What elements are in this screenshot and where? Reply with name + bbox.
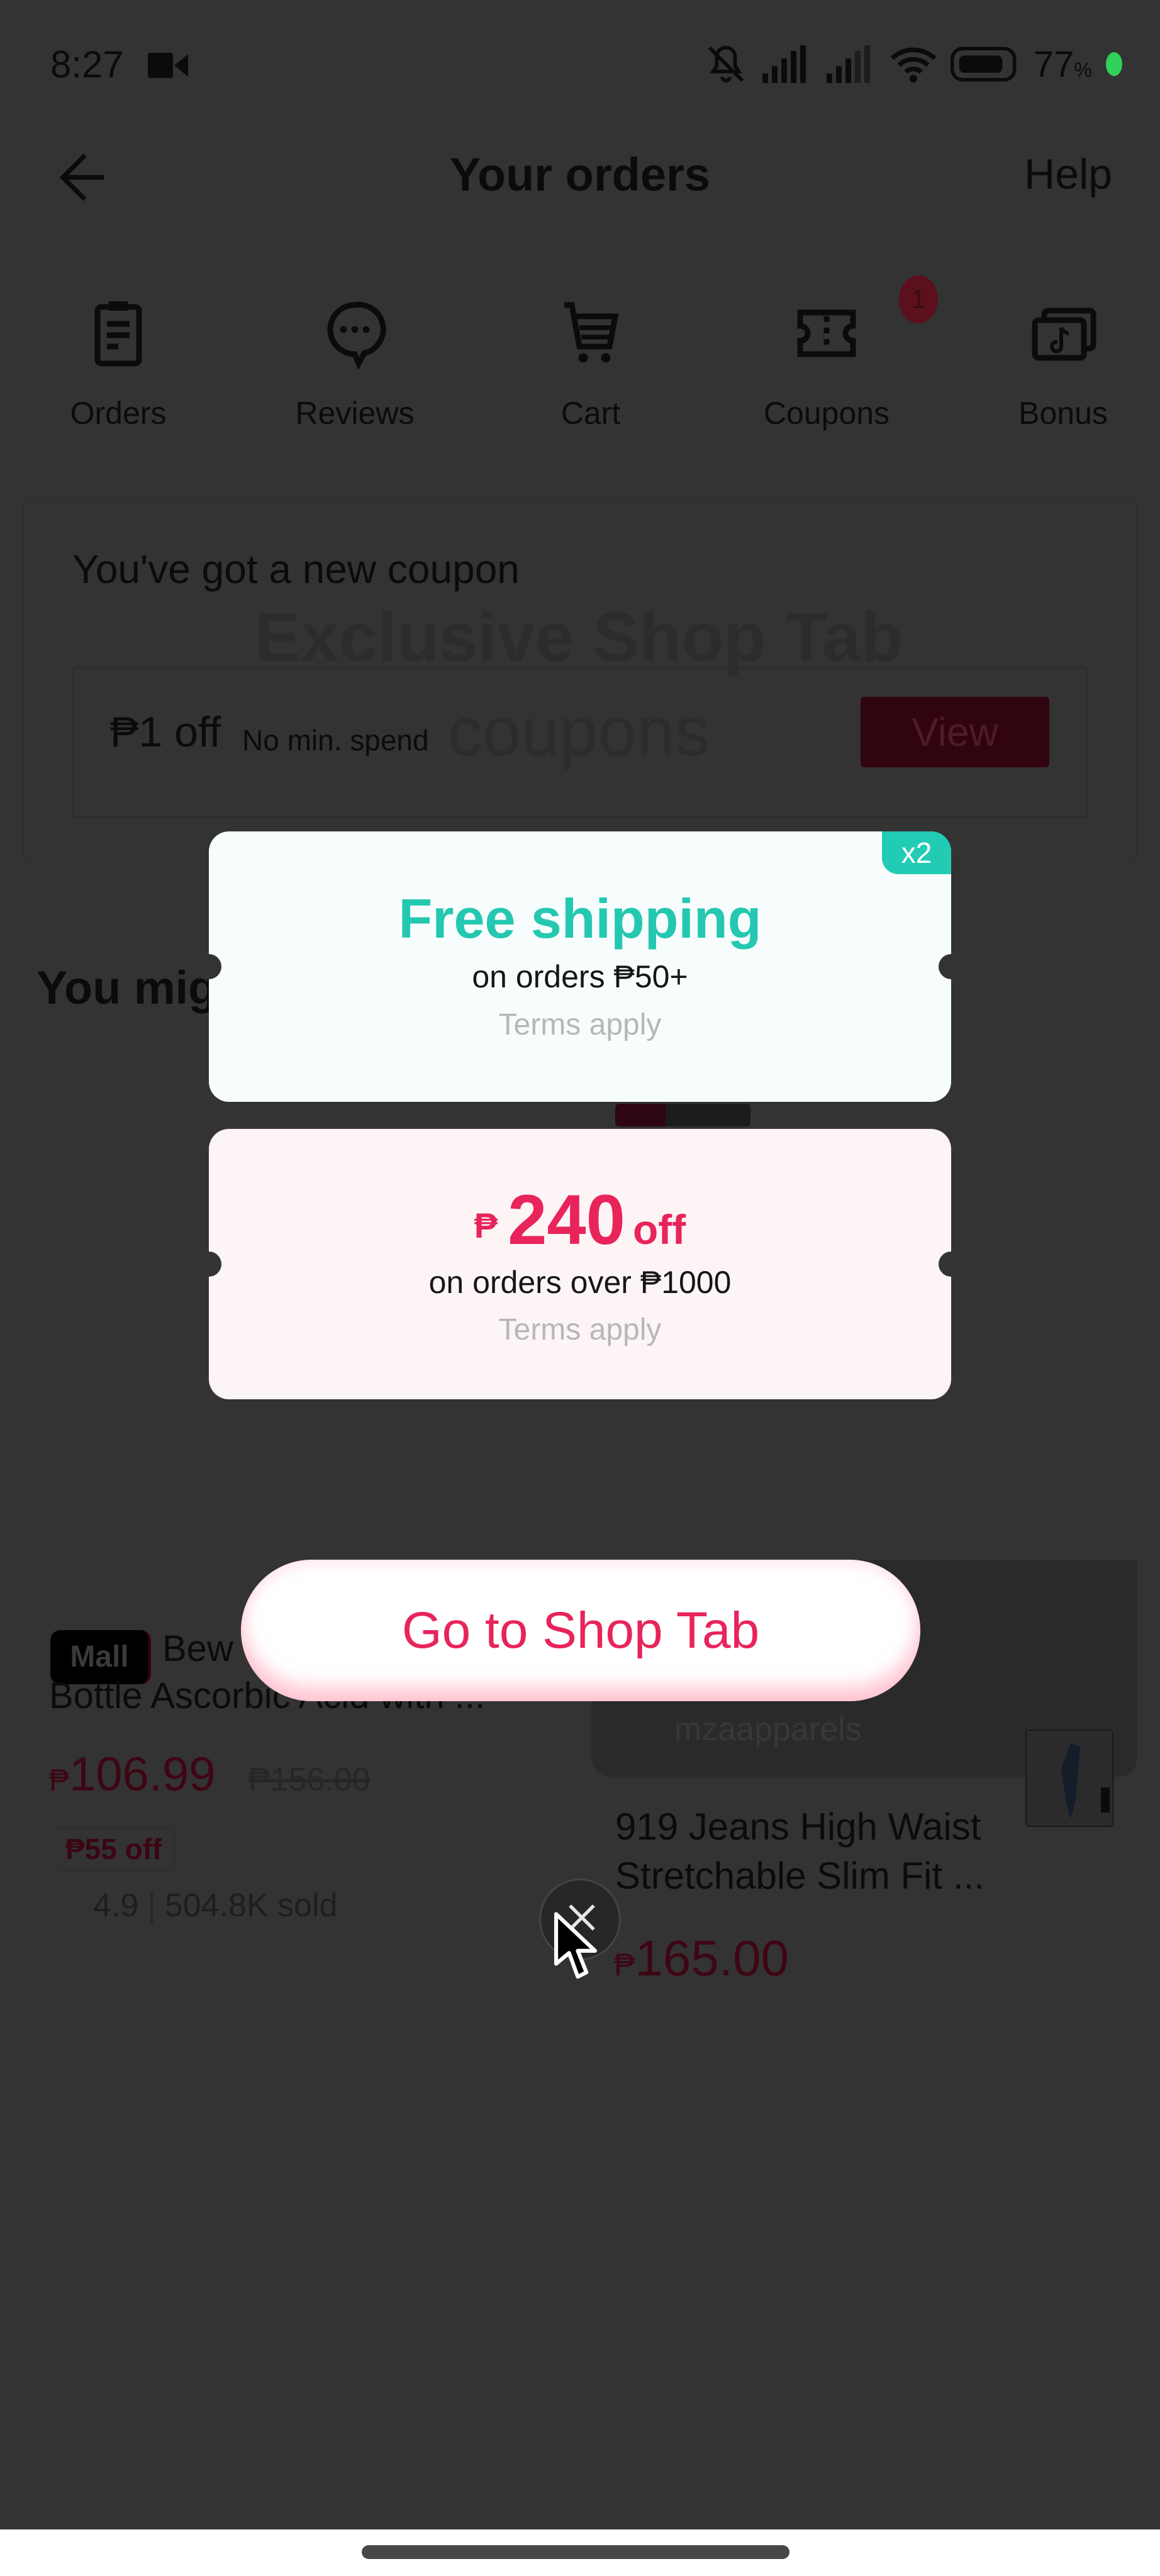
ghost-exclusive-title: Exclusive Shop Tab bbox=[254, 599, 903, 676]
shortcut-orders[interactable]: Orders bbox=[24, 296, 213, 431]
battery-percent: 77% bbox=[1034, 43, 1092, 86]
sold-count: 504.8K sold bbox=[164, 1887, 338, 1924]
recommendations-title: You mig bbox=[36, 962, 217, 1014]
shortcut-label: Cart bbox=[560, 396, 621, 431]
rating-sold: 4.9 | 504.8K sold bbox=[93, 1887, 338, 1924]
new-coupon-amount: ₱1 off bbox=[110, 708, 221, 756]
product-title[interactable]: Bew bbox=[162, 1628, 233, 1670]
bonus-cash-icon bbox=[1032, 308, 1096, 361]
shop-avatar bbox=[616, 1707, 654, 1745]
battery-percent-suffix: % bbox=[1074, 58, 1092, 81]
price-value: 106.99 bbox=[69, 1748, 216, 1801]
chat-bubble-icon bbox=[327, 302, 386, 370]
privacy-indicator-dot bbox=[1106, 52, 1122, 76]
product-title[interactable]: 919 Jeans High Waist bbox=[615, 1805, 981, 1848]
coupon-terms[interactable]: Terms apply bbox=[209, 1313, 951, 1347]
coupon-title: ₱ 240 off bbox=[209, 1179, 951, 1260]
cart-icon bbox=[564, 302, 619, 363]
battery-percent-value: 77 bbox=[1034, 43, 1074, 85]
coupon-condition: on orders over ₱1000 bbox=[428, 1265, 732, 1300]
shop-name: mzaapparels bbox=[674, 1711, 862, 1748]
rating-value: 4.9 bbox=[93, 1887, 139, 1924]
coupon-terms[interactable]: Terms apply bbox=[209, 1008, 951, 1042]
original-price: ₱156.00 bbox=[248, 1762, 371, 1798]
shortcut-reviews[interactable]: Reviews bbox=[260, 296, 449, 431]
product-price: ₱165.00 bbox=[614, 1929, 789, 1987]
signal-icon bbox=[762, 45, 806, 83]
new-coupon-note: No min. spend bbox=[242, 724, 429, 757]
free-shipping-coupon: x2 Free shipping on orders ₱50+ Terms ap… bbox=[196, 831, 964, 1102]
shortcut-label: Reviews bbox=[295, 396, 415, 431]
coupons-badge: 1 bbox=[899, 275, 938, 323]
product-thumbnail[interactable] bbox=[1025, 1729, 1113, 1827]
shortcut-label: Bonus bbox=[1018, 396, 1108, 431]
mouse-cursor-icon bbox=[554, 1912, 598, 1979]
mute-icon bbox=[708, 45, 744, 83]
signal-icon bbox=[827, 45, 871, 83]
discount-amount: 240 bbox=[508, 1180, 625, 1259]
help-link[interactable]: Help bbox=[1024, 150, 1112, 199]
clipboard-icon bbox=[94, 301, 142, 367]
shortcut-label: Orders bbox=[70, 396, 167, 431]
currency-symbol: ₱ bbox=[474, 1206, 498, 1245]
home-gesture-handle[interactable] bbox=[362, 2545, 789, 2559]
coupon-multiplier-badge: x2 bbox=[882, 831, 951, 874]
status-time: 8:27 bbox=[50, 43, 124, 86]
coupon-condition: on orders ₱50+ bbox=[472, 959, 688, 994]
page-title: Your orders bbox=[450, 148, 710, 201]
product-title-line2[interactable]: Stretchable Slim Fit ... bbox=[615, 1854, 984, 1897]
video-record-icon bbox=[148, 53, 188, 78]
go-to-shop-tab-button[interactable]: Go to Shop Tab bbox=[241, 1560, 920, 1701]
discount-suffix: off bbox=[632, 1206, 686, 1253]
product-promo-tag bbox=[615, 1104, 750, 1126]
view-coupon-button[interactable]: View bbox=[861, 697, 1049, 767]
status-icons: 77% bbox=[704, 42, 1122, 87]
order-shortcuts: Orders Reviews Cart 1 Coupons Bonus bbox=[0, 275, 1160, 447]
shortcut-label: Coupons bbox=[763, 396, 890, 431]
coupon-title: Free shipping bbox=[398, 887, 762, 950]
shortcut-bonus[interactable]: Bonus bbox=[969, 296, 1157, 431]
currency-symbol: ₱ bbox=[614, 1947, 635, 1982]
battery-icon bbox=[951, 47, 1017, 82]
shortcut-coupons[interactable]: 1 Coupons bbox=[732, 275, 938, 431]
ticket-icon bbox=[797, 309, 856, 357]
discount-coupon: ₱ 240 off on orders over ₱1000 Terms apply bbox=[196, 1129, 964, 1399]
price-value: 165.00 bbox=[635, 1930, 789, 1986]
wifi-icon bbox=[890, 47, 937, 83]
shortcut-cart[interactable]: Cart bbox=[496, 296, 685, 431]
discount-tag: ₱55 off bbox=[55, 1827, 175, 1871]
currency-symbol: ₱ bbox=[49, 1764, 70, 1797]
product-price: ₱106.99 bbox=[49, 1747, 215, 1802]
jeans-image-icon bbox=[1061, 1743, 1110, 1819]
new-coupon-heading: You've got a new coupon bbox=[72, 547, 520, 592]
